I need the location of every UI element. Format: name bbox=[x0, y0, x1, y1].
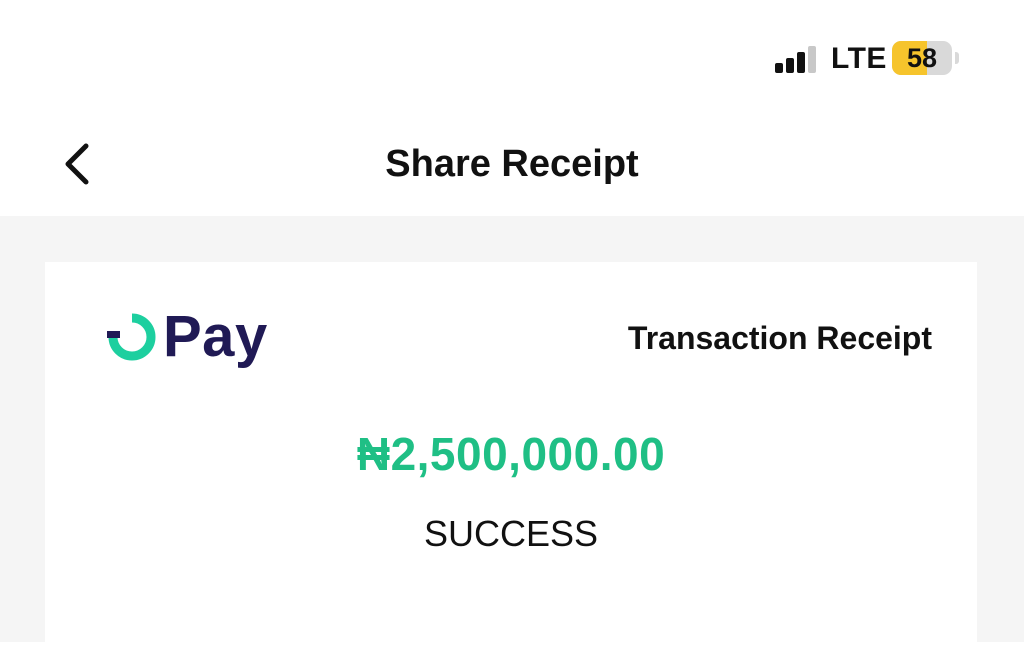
signal-strength-icon bbox=[775, 45, 823, 73]
battery-tip bbox=[955, 52, 959, 64]
battery-icon: 58 bbox=[892, 41, 952, 75]
receipt-area: Pay Transaction Receipt ₦2,500,000.00 SU… bbox=[0, 216, 1024, 662]
opay-logo-wordmark: Pay bbox=[163, 304, 268, 369]
signal-bar bbox=[797, 52, 805, 73]
receipt-card: Pay Transaction Receipt ₦2,500,000.00 SU… bbox=[45, 262, 977, 662]
signal-bar bbox=[808, 46, 816, 73]
header: Share Receipt bbox=[0, 100, 1024, 216]
network-type: LTE bbox=[831, 42, 887, 75]
transaction-status: SUCCESS bbox=[423, 513, 599, 554]
status-bar: LTE 58 bbox=[0, 0, 1024, 100]
opay-logo-mark-icon bbox=[107, 313, 156, 361]
signal-bar bbox=[775, 63, 783, 73]
page-title: Share Receipt bbox=[385, 143, 639, 185]
signal-bar bbox=[786, 58, 794, 73]
opay-logo: Pay bbox=[107, 304, 287, 374]
transaction-amount: ₦2,500,000.00 bbox=[356, 428, 666, 480]
battery-level: 58 bbox=[906, 43, 938, 73]
receipt-title: Transaction Receipt bbox=[627, 320, 932, 356]
